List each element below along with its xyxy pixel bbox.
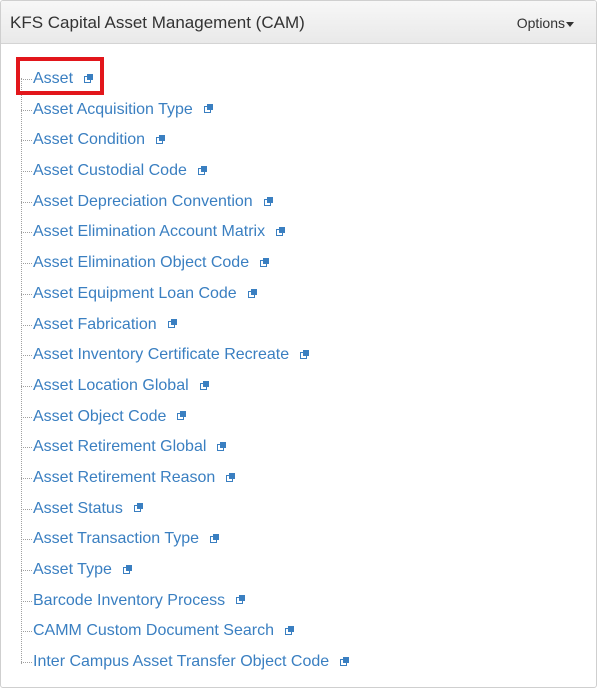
tree-link[interactable]: Asset Elimination Object Code bbox=[33, 254, 249, 271]
tree-item: Asset Retirement Reason bbox=[18, 463, 348, 494]
external-link-icon[interactable] bbox=[167, 319, 177, 329]
tree-link[interactable]: Asset Condition bbox=[33, 131, 145, 148]
tree-link[interactable]: Asset Fabrication bbox=[33, 316, 157, 333]
cam-link-tree: Asset Asset Acquisition Type Asset Conditi… bbox=[18, 64, 350, 678]
options-label: Options bbox=[516, 15, 565, 31]
external-link-icon[interactable] bbox=[284, 626, 294, 636]
tree-link[interactable]: Asset Depreciation Convention bbox=[33, 193, 253, 210]
external-link-icon[interactable] bbox=[276, 227, 286, 237]
tree-item: Asset Condition bbox=[18, 125, 348, 156]
tree-item: Asset Custodial Code bbox=[18, 156, 348, 187]
external-link-icon[interactable] bbox=[247, 288, 257, 298]
external-link-icon[interactable] bbox=[203, 104, 213, 114]
tree-item: Asset Status bbox=[18, 494, 348, 525]
tree-item: Asset Fabrication bbox=[18, 310, 348, 341]
tree-link[interactable]: Asset Retirement Global bbox=[33, 438, 206, 455]
external-link-icon[interactable] bbox=[156, 135, 166, 145]
options-dropdown-button[interactable]: Options bbox=[517, 15, 574, 31]
external-link-icon[interactable] bbox=[236, 595, 246, 605]
tree-link[interactable]: Asset Acquisition Type bbox=[33, 101, 193, 118]
tree-link[interactable]: Asset Custodial Code bbox=[33, 162, 187, 179]
external-link-icon[interactable] bbox=[260, 257, 270, 267]
external-link-icon[interactable] bbox=[197, 165, 207, 175]
tree-item: Asset Elimination Account Matrix bbox=[18, 217, 348, 248]
external-link-icon[interactable] bbox=[84, 73, 94, 83]
tree-item: Asset Location Global bbox=[18, 371, 348, 402]
tree-link[interactable]: Barcode Inventory Process bbox=[33, 592, 225, 609]
tree-item: Asset Object Code bbox=[18, 402, 348, 433]
tree-item: CAMM Custom Document Search bbox=[18, 616, 348, 647]
tree-link[interactable]: Asset bbox=[33, 70, 73, 87]
external-link-icon[interactable] bbox=[263, 196, 273, 206]
tree-item: Asset Transaction Type bbox=[18, 524, 348, 555]
external-link-icon[interactable] bbox=[217, 442, 227, 452]
panel-title: KFS Capital Asset Management (CAM) bbox=[10, 13, 305, 32]
tree-link[interactable]: Asset Status bbox=[33, 500, 123, 517]
tree-item: Asset Type bbox=[18, 555, 348, 586]
external-link-icon[interactable] bbox=[340, 656, 350, 666]
tree-link[interactable]: Inter Campus Asset Transfer Object Code bbox=[33, 653, 329, 670]
tree-item: Asset Retirement Global bbox=[18, 432, 348, 463]
external-link-icon[interactable] bbox=[300, 349, 310, 359]
external-link-icon[interactable] bbox=[133, 503, 143, 513]
tree-item: Asset Equipment Loan Code bbox=[18, 279, 348, 310]
tree-link[interactable]: Asset Elimination Account Matrix bbox=[33, 223, 265, 240]
tree-link[interactable]: Asset Location Global bbox=[33, 377, 189, 394]
tree-item: Asset Depreciation Convention bbox=[18, 187, 348, 218]
tree-link[interactable]: Asset Transaction Type bbox=[33, 530, 199, 547]
panel-header: KFS Capital Asset Management (CAM) Optio… bbox=[1, 1, 596, 44]
caret-down-icon bbox=[566, 21, 574, 27]
tree-item: Asset Acquisition Type bbox=[18, 95, 348, 126]
external-link-icon[interactable] bbox=[177, 411, 187, 421]
tree-link[interactable]: Asset Object Code bbox=[33, 408, 166, 425]
tree-item: Barcode Inventory Process bbox=[18, 586, 348, 617]
tree-item: Asset Elimination Object Code bbox=[18, 248, 348, 279]
tree-item: Inter Campus Asset Transfer Object Code bbox=[18, 647, 350, 678]
tree-link[interactable]: Asset Inventory Certificate Recreate bbox=[33, 346, 289, 363]
external-link-icon[interactable] bbox=[122, 564, 132, 574]
tree-item: Asset Inventory Certificate Recreate bbox=[18, 340, 348, 371]
tree-link[interactable]: Asset Equipment Loan Code bbox=[33, 285, 237, 302]
tree-link[interactable]: Asset Type bbox=[33, 561, 112, 578]
external-link-icon[interactable] bbox=[210, 534, 220, 544]
tree-link[interactable]: Asset Retirement Reason bbox=[33, 469, 215, 486]
external-link-icon[interactable] bbox=[226, 472, 236, 482]
external-link-icon[interactable] bbox=[199, 380, 209, 390]
tree-link[interactable]: CAMM Custom Document Search bbox=[33, 622, 274, 639]
tree-item: Asset bbox=[18, 64, 348, 95]
